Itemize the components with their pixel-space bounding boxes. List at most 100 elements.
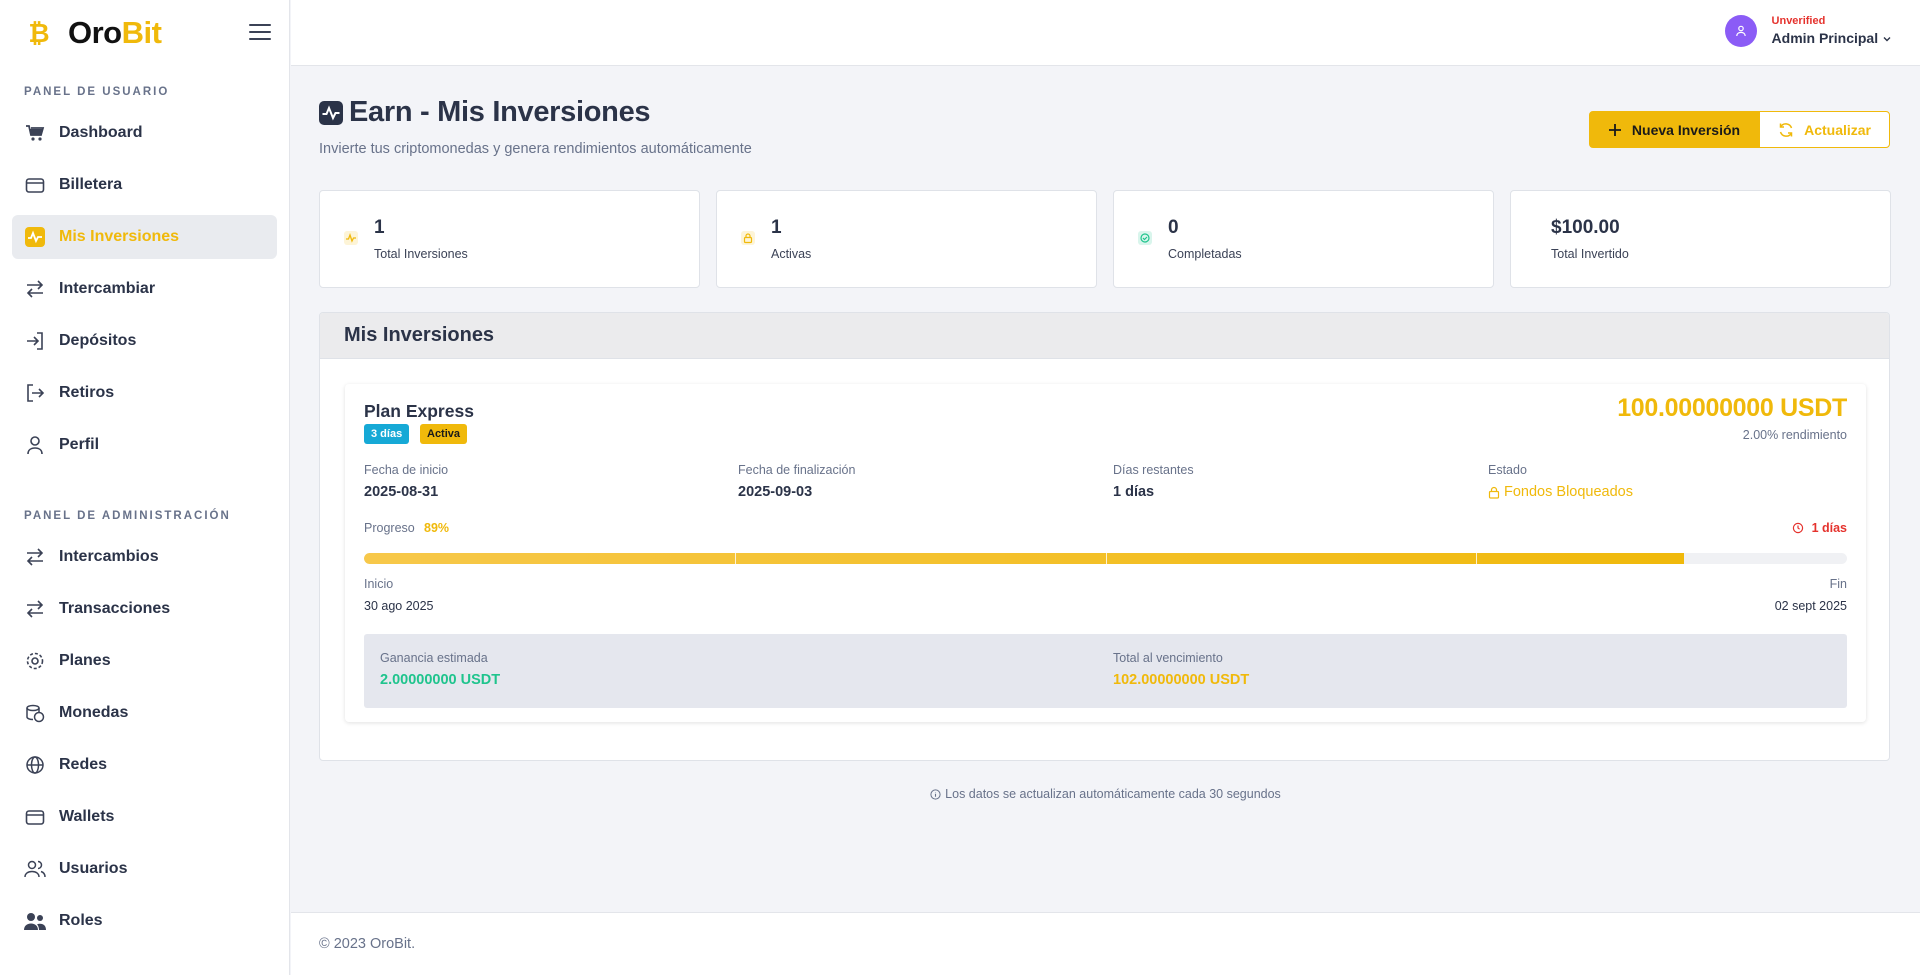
- swap-icon: [24, 598, 46, 620]
- check-circle-icon: [1138, 231, 1152, 245]
- sidebar-item-intercambios[interactable]: Intercambios: [12, 535, 277, 579]
- maturity-total-label: Total al vencimiento: [1113, 651, 1223, 665]
- remaining-days-value: 1 días: [1113, 484, 1155, 500]
- sidebar-item-mis-inversiones[interactable]: Mis Inversiones: [12, 215, 277, 259]
- investments-panel-title: Mis Inversiones: [320, 313, 1889, 359]
- stat-card-total: 1 Total Inversiones: [319, 190, 700, 288]
- admin-panel-heading: PANEL DE ADMINISTRACIÓN: [24, 510, 231, 522]
- sidebar-item-planes[interactable]: Planes: [12, 639, 277, 683]
- sidebar-item-label: Mis Inversiones: [59, 228, 180, 245]
- activity-icon: [344, 231, 358, 245]
- finish-date: 02 sept 2025: [1774, 599, 1847, 613]
- brand: ₿ OroBit: [0, 0, 289, 66]
- duration-badge: 3 días: [364, 424, 410, 444]
- coins-icon: [24, 702, 46, 724]
- new-investment-button[interactable]: Nueva Inversión: [1588, 111, 1760, 148]
- end-date-label: Fecha de finalización: [738, 463, 856, 477]
- user-name: Admin Principal: [1772, 28, 1892, 48]
- sidebar-item-wallets[interactable]: Wallets: [12, 795, 277, 839]
- sidebar-item-usuarios[interactable]: Usuarios: [12, 847, 277, 891]
- stat-card-invested: $100.00 Total Invertido: [1510, 190, 1891, 288]
- finish-label: Fin: [1829, 577, 1847, 591]
- investments-panel: Mis Inversiones Plan Express 3 días Acti…: [319, 312, 1890, 761]
- info-icon: [930, 788, 941, 800]
- sidebar-item-transacciones[interactable]: Transacciones: [12, 587, 277, 631]
- stat-card-completed: 0 Completadas: [1113, 190, 1494, 288]
- yield-rate: 2.00% rendimiento: [1742, 428, 1847, 442]
- sidebar-item-intercambiar[interactable]: Intercambiar: [12, 267, 277, 311]
- progress-bar: [364, 553, 1847, 564]
- sidebar-item-label: Intercambiar: [59, 280, 156, 297]
- sidebar-item-label: Usuarios: [59, 860, 128, 877]
- clock-icon: [1792, 522, 1803, 534]
- earnings-summary: Ganancia estimada 2.00000000 USDT Total …: [364, 634, 1847, 708]
- maturity-total-value: 102.00000000 USDT: [1113, 672, 1250, 688]
- user-icon: [1735, 25, 1746, 37]
- main-content: Earn - Mis Inversiones Invierte tus crip…: [291, 66, 1920, 912]
- sidebar-item-billetera[interactable]: Billetera: [12, 163, 277, 207]
- activity-icon: [24, 226, 46, 248]
- investment-amount: 100.00000000 USDT: [1617, 394, 1847, 422]
- begin-label: Inicio: [364, 577, 394, 591]
- auto-refresh-note: Los datos se actualizan automáticamente …: [291, 787, 1920, 801]
- begin-date: 30 ago 2025: [364, 599, 434, 613]
- user-info: Unverified Admin Principal: [1772, 14, 1892, 48]
- swap-icon: [24, 278, 46, 300]
- wallet-icon: [24, 174, 46, 196]
- progress-tick: [1476, 553, 1478, 564]
- sidebar-item-label: Perfil: [59, 436, 100, 453]
- sidebar-item-retiros[interactable]: Retiros: [12, 371, 277, 415]
- cart-icon: [24, 122, 46, 144]
- globe-icon: [24, 754, 46, 776]
- user-menu[interactable]: Unverified Admin Principal: [1724, 14, 1892, 48]
- sidebar-item-label: Redes: [59, 756, 108, 773]
- progress-tick: [1105, 553, 1107, 564]
- stat-value: 0: [1168, 217, 1179, 238]
- time-remaining: 1 días: [1792, 521, 1847, 535]
- estimated-gain-value: 2.00000000 USDT: [380, 672, 501, 688]
- refresh-button[interactable]: Actualizar: [1759, 111, 1890, 148]
- sidebar-item-perfil[interactable]: Perfil: [12, 423, 277, 467]
- logout-icon: [24, 382, 46, 404]
- stat-value: 1: [374, 217, 385, 238]
- gear-icon: [24, 650, 46, 672]
- stat-value: $100.00: [1551, 217, 1620, 238]
- status-badge: Activa: [420, 424, 468, 444]
- stat-label: Activas: [771, 247, 812, 261]
- footer: © 2023 OroBit.: [291, 912, 1920, 975]
- activity-icon: [319, 100, 343, 125]
- stat-value: 1: [771, 217, 782, 238]
- sidebar-item-label: Dashboard: [59, 124, 143, 141]
- sidebar-item-label: Retiros: [59, 384, 115, 401]
- sidebar-item-monedas[interactable]: Monedas: [12, 691, 277, 735]
- end-date-value: 2025-09-03: [738, 484, 813, 500]
- sidebar-item-redes[interactable]: Redes: [12, 743, 277, 787]
- sidebar-item-label: Planes: [59, 652, 111, 669]
- user-status: Unverified: [1771, 15, 1826, 27]
- sidebar-item-label: Billetera: [59, 176, 123, 193]
- menu-toggle-icon[interactable]: [249, 24, 271, 42]
- state-label: Estado: [1488, 463, 1527, 477]
- chevron-down-icon: [1883, 37, 1891, 42]
- progress-label: Progreso: [364, 521, 415, 535]
- investment-card[interactable]: Plan Express 3 días Activa 100.00000000 …: [345, 384, 1866, 722]
- brand-name[interactable]: OroBit: [68, 15, 162, 51]
- roles-icon: [24, 910, 46, 932]
- sidebar-item-label: Monedas: [59, 704, 129, 721]
- copyright: © 2023 OroBit.: [319, 936, 416, 952]
- sidebar-item-dashboard[interactable]: Dashboard: [12, 111, 277, 155]
- sidebar-item-depositos[interactable]: Depósitos: [12, 319, 277, 363]
- progress-tick: [734, 553, 736, 564]
- sidebar: ₿ OroBit PANEL DE USUARIO Dashboard Bill…: [0, 0, 290, 975]
- top-bar: Unverified Admin Principal: [291, 0, 1920, 66]
- page-title: Earn - Mis Inversiones: [319, 96, 651, 129]
- remaining-days-label: Días restantes: [1113, 463, 1194, 477]
- user-panel-heading: PANEL DE USUARIO: [24, 86, 170, 98]
- avatar[interactable]: [1724, 15, 1757, 47]
- swap-icon: [24, 546, 46, 568]
- sidebar-item-roles[interactable]: Roles: [12, 899, 277, 943]
- estimated-gain-label: Ganancia estimada: [380, 651, 488, 665]
- stat-card-active: 1 Activas: [716, 190, 1097, 288]
- lock-icon: [741, 231, 755, 245]
- plan-name: Plan Express: [364, 401, 474, 421]
